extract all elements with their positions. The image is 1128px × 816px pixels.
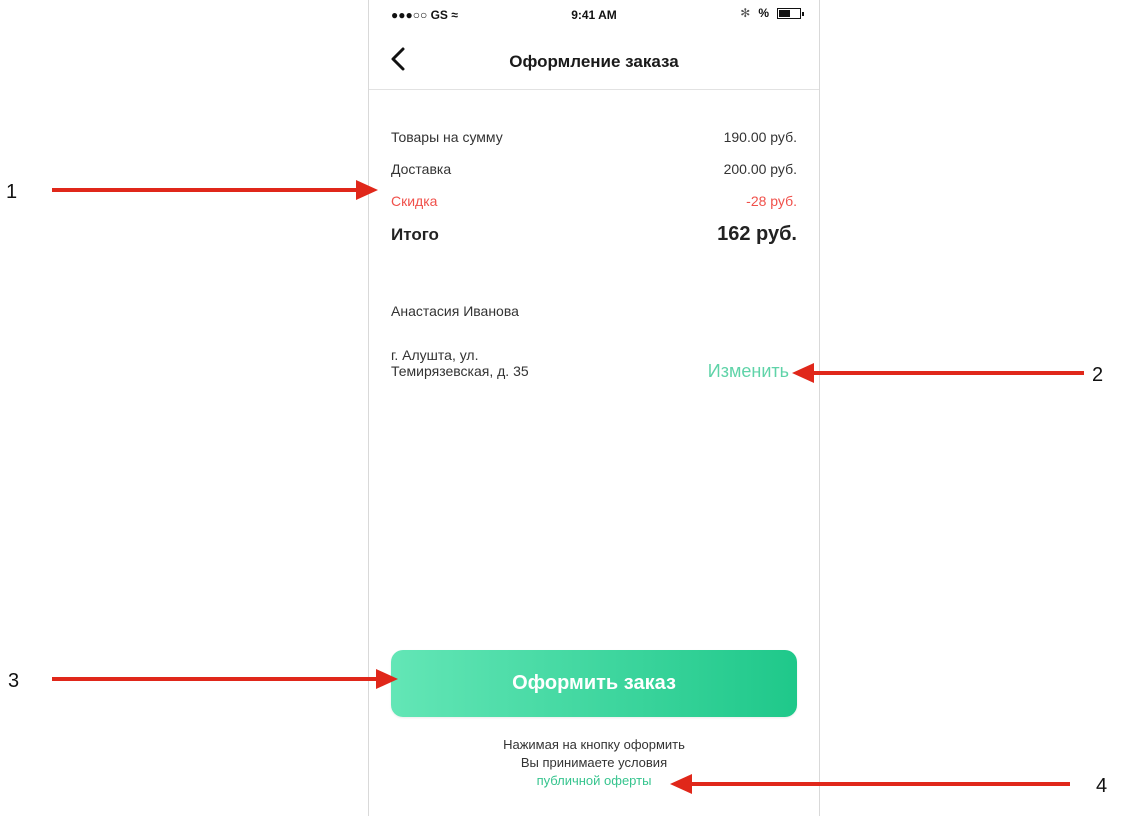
callout-number-3: 3 xyxy=(8,670,20,692)
nav-bar: Оформление заказа xyxy=(369,28,819,90)
arrow-head-left-icon xyxy=(792,363,814,383)
summary-row-discount: Скидка -28 руб. xyxy=(391,189,797,221)
place-order-button[interactable]: Оформить заказ xyxy=(391,650,797,717)
total-label: Итого xyxy=(391,225,439,244)
phone-screen: ●●●○○ GS ≈ 9:41 AM ✻ % Оформление заказа… xyxy=(368,0,820,816)
callout-number-2: 2 xyxy=(1092,364,1104,386)
delivery-address: г. Алушта, ул. Темирязевская, д. 35 xyxy=(391,347,591,379)
order-summary: Товары на сумму 190.00 руб. Доставка 200… xyxy=(391,125,797,261)
summary-row-total: Итого 162 руб. xyxy=(391,221,797,261)
arrow-head-right-icon xyxy=(376,669,398,689)
goods-label: Товары на сумму xyxy=(391,129,503,145)
terms-line-1: Нажимая на кнопку оформить xyxy=(503,737,685,752)
arrow-head-right-icon xyxy=(356,180,378,200)
discount-value: -28 руб. xyxy=(746,193,797,209)
delivery-value: 200.00 руб. xyxy=(723,161,797,177)
callout-arrow-1 xyxy=(52,188,358,192)
callout-number-1: 1 xyxy=(6,181,18,203)
public-offer-link[interactable]: публичной оферты xyxy=(369,772,819,790)
battery-icon xyxy=(777,7,804,19)
address-line-2: Темирязевская, д. 35 xyxy=(391,363,529,379)
status-bar: ●●●○○ GS ≈ 9:41 AM ✻ % xyxy=(369,0,819,28)
callout-arrow-4 xyxy=(690,782,1070,786)
page-title: Оформление заказа xyxy=(509,52,679,71)
change-address-link[interactable]: Изменить xyxy=(708,361,789,382)
callout-arrow-2 xyxy=(812,371,1084,375)
summary-row-goods: Товары на сумму 190.00 руб. xyxy=(391,125,797,157)
battery-percent: % xyxy=(758,6,769,20)
discount-label: Скидка xyxy=(391,193,438,209)
terms-line-2: Вы принимаете условия xyxy=(520,755,668,770)
arrow-head-left-icon xyxy=(670,774,692,794)
callout-arrow-3 xyxy=(52,677,378,681)
callout-number-4: 4 xyxy=(1096,775,1108,797)
total-value: 162 руб. xyxy=(717,223,797,245)
summary-row-delivery: Доставка 200.00 руб. xyxy=(391,157,797,189)
goods-value: 190.00 руб. xyxy=(723,129,797,145)
customer-name: Анастасия Иванова xyxy=(391,303,519,319)
address-line-1: г. Алушта, ул. xyxy=(391,347,479,363)
delivery-label: Доставка xyxy=(391,161,452,177)
bluetooth-icon: ✻ xyxy=(740,6,751,20)
status-right: ✻ % xyxy=(740,6,804,20)
